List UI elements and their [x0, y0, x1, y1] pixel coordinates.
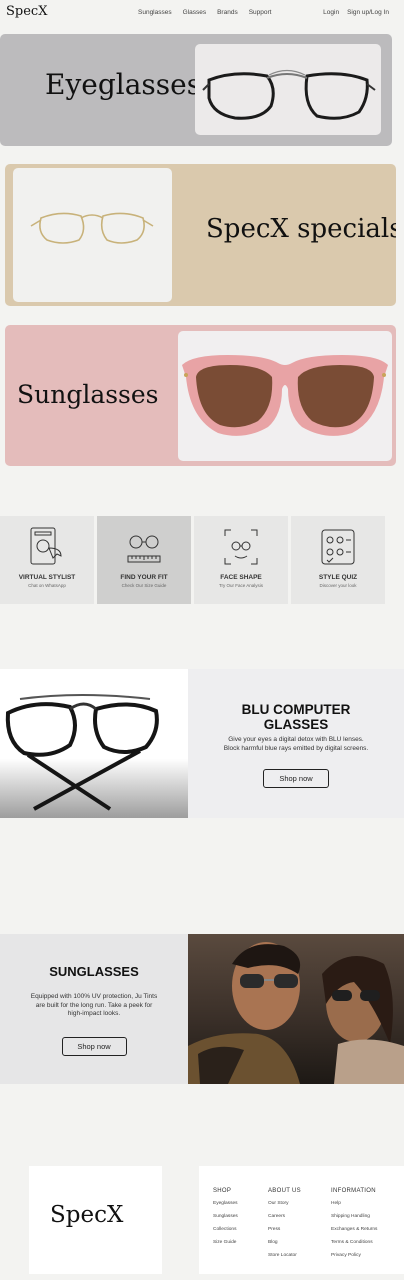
specials-card-title: SpecX specials	[206, 214, 396, 244]
footer-link[interactable]: Press	[268, 1227, 301, 1232]
footer-link[interactable]: Shipping Handling	[331, 1214, 377, 1219]
blu-promo-description: Give your eyes a digital detox with BLU …	[188, 736, 404, 753]
footer-column-shop: SHOP Eyeglasses Sunglasses Collections S…	[213, 1188, 238, 1253]
style-quiz-tile[interactable]: STYLE QUIZ Discover your look	[291, 516, 385, 604]
footer-link[interactable]: Privacy Policy	[331, 1253, 377, 1258]
blu-promo-title: BLU COMPUTER GLASSES	[188, 702, 404, 732]
blu-glasses-photo	[0, 669, 188, 818]
find-your-fit-tile[interactable]: FIND YOUR FIT Check Our Size Guide	[97, 516, 191, 604]
footer-column-information: INFORMATION Help Shipping Handling Excha…	[331, 1188, 377, 1266]
service-subtitle: Chat on WhatsApp	[28, 583, 66, 588]
nav-account: Login Sign up/Log In	[323, 9, 389, 16]
footer-link[interactable]: Collections	[213, 1227, 238, 1232]
service-title: VIRTUAL STYLIST	[18, 574, 76, 581]
sunglasses-category-card[interactable]: Sunglasses	[5, 325, 396, 466]
blu-desc-line-2: Block harmful blue rays emitted by digit…	[223, 744, 369, 752]
services-strip: VIRTUAL STYLIST Chat on WhatsApp FIND YO…	[0, 516, 404, 604]
footer-links: SHOP Eyeglasses Sunglasses Collections S…	[199, 1166, 404, 1274]
quiz-checklist-icon	[321, 529, 355, 565]
footer-heading: SHOP	[213, 1188, 232, 1194]
service-subtitle: Check Our Size Guide	[121, 583, 167, 588]
footer-logo[interactable]: SpecX	[50, 1202, 123, 1228]
signup-link[interactable]: Sign up/Log In	[347, 9, 389, 16]
face-scan-icon	[224, 529, 258, 565]
blu-title-line-2: GLASSES	[263, 717, 329, 732]
nav-link-brands[interactable]: Brands	[217, 9, 238, 16]
sunglasses-models-photo	[188, 934, 404, 1084]
sunglasses-promo-title: SUNGLASSES	[49, 964, 139, 979]
eyeglasses-category-card[interactable]: Eyeglasses	[0, 34, 392, 146]
glasses-ruler-icon	[127, 535, 161, 563]
footer-link[interactable]: Blog	[268, 1240, 301, 1245]
sunglasses-photo	[178, 331, 392, 461]
footer-link[interactable]: Sunglasses	[213, 1214, 238, 1219]
footer-link[interactable]: Careers	[268, 1214, 301, 1219]
virtual-stylist-tile[interactable]: VIRTUAL STYLIST Chat on WhatsApp	[0, 516, 94, 604]
nav-links: Sunglasses Glasses Brands Support	[138, 9, 271, 16]
service-subtitle: Discover your look	[319, 583, 357, 588]
sun-desc-line-2: are built for the long run. Take a peek …	[35, 1001, 153, 1009]
sunglasses-promo-description: Equipped with 100% UV protection, Ju Tin…	[0, 993, 188, 1019]
blu-desc-line-1: Give your eyes a digital detox with BLU …	[228, 736, 364, 743]
nav-link-glasses[interactable]: Glasses	[183, 9, 206, 16]
footer-link[interactable]: Help	[331, 1201, 377, 1206]
eyeglasses-card-title: Eyeglasses	[45, 68, 202, 101]
specials-photo	[13, 168, 172, 302]
footer-logo-box: SpecX	[29, 1166, 162, 1274]
service-title: STYLE QUIZ	[318, 574, 358, 581]
nav-link-support[interactable]: Support	[249, 9, 272, 16]
login-link[interactable]: Login	[323, 9, 339, 16]
footer-link[interactable]: Our Story	[268, 1201, 301, 1206]
sun-desc-line-3: high-impact looks.	[67, 1010, 121, 1017]
brand-logo[interactable]: SpecX	[6, 4, 47, 19]
footer-heading: ABOUT US	[268, 1188, 301, 1194]
footer-link[interactable]: Eyeglasses	[213, 1201, 238, 1206]
phone-chat-icon	[30, 527, 62, 565]
nav-link-sunglasses[interactable]: Sunglasses	[138, 9, 172, 16]
eyeglasses-photo	[195, 44, 381, 135]
footer-link[interactable]: Exchanges & Returns	[331, 1227, 377, 1232]
sunglasses-promo: SUNGLASSES Equipped with 100% UV protect…	[0, 934, 188, 1084]
footer-link[interactable]: Store Locator	[268, 1253, 301, 1258]
sunglasses-shop-now-button[interactable]: Shop now	[61, 1036, 127, 1056]
service-title: FIND YOUR FIT	[120, 574, 168, 581]
face-shape-tile[interactable]: FACE SHAPE Try Our Face Analysis	[194, 516, 288, 604]
service-title: FACE SHAPE	[220, 574, 262, 581]
specials-category-card[interactable]: SpecX specials	[5, 164, 396, 306]
blu-glasses-promo: BLU COMPUTER GLASSES Give your eyes a di…	[188, 669, 404, 818]
footer-link[interactable]: Terms & Conditions	[331, 1240, 377, 1245]
footer-heading: INFORMATION	[331, 1188, 376, 1194]
footer-column-about: ABOUT US Our Story Careers Press Blog St…	[268, 1188, 301, 1266]
top-navbar: SpecX Sunglasses Glasses Brands Support …	[0, 0, 404, 28]
service-subtitle: Try Our Face Analysis	[218, 583, 264, 588]
sunglasses-card-title: Sunglasses	[17, 380, 159, 409]
sun-desc-line-1: Equipped with 100% UV protection, Ju Tin…	[30, 993, 158, 1000]
blu-title-line-1: BLU COMPUTER	[241, 702, 351, 717]
blu-shop-now-button[interactable]: Shop now	[263, 769, 329, 788]
footer-link[interactable]: Size Guide	[213, 1240, 238, 1245]
